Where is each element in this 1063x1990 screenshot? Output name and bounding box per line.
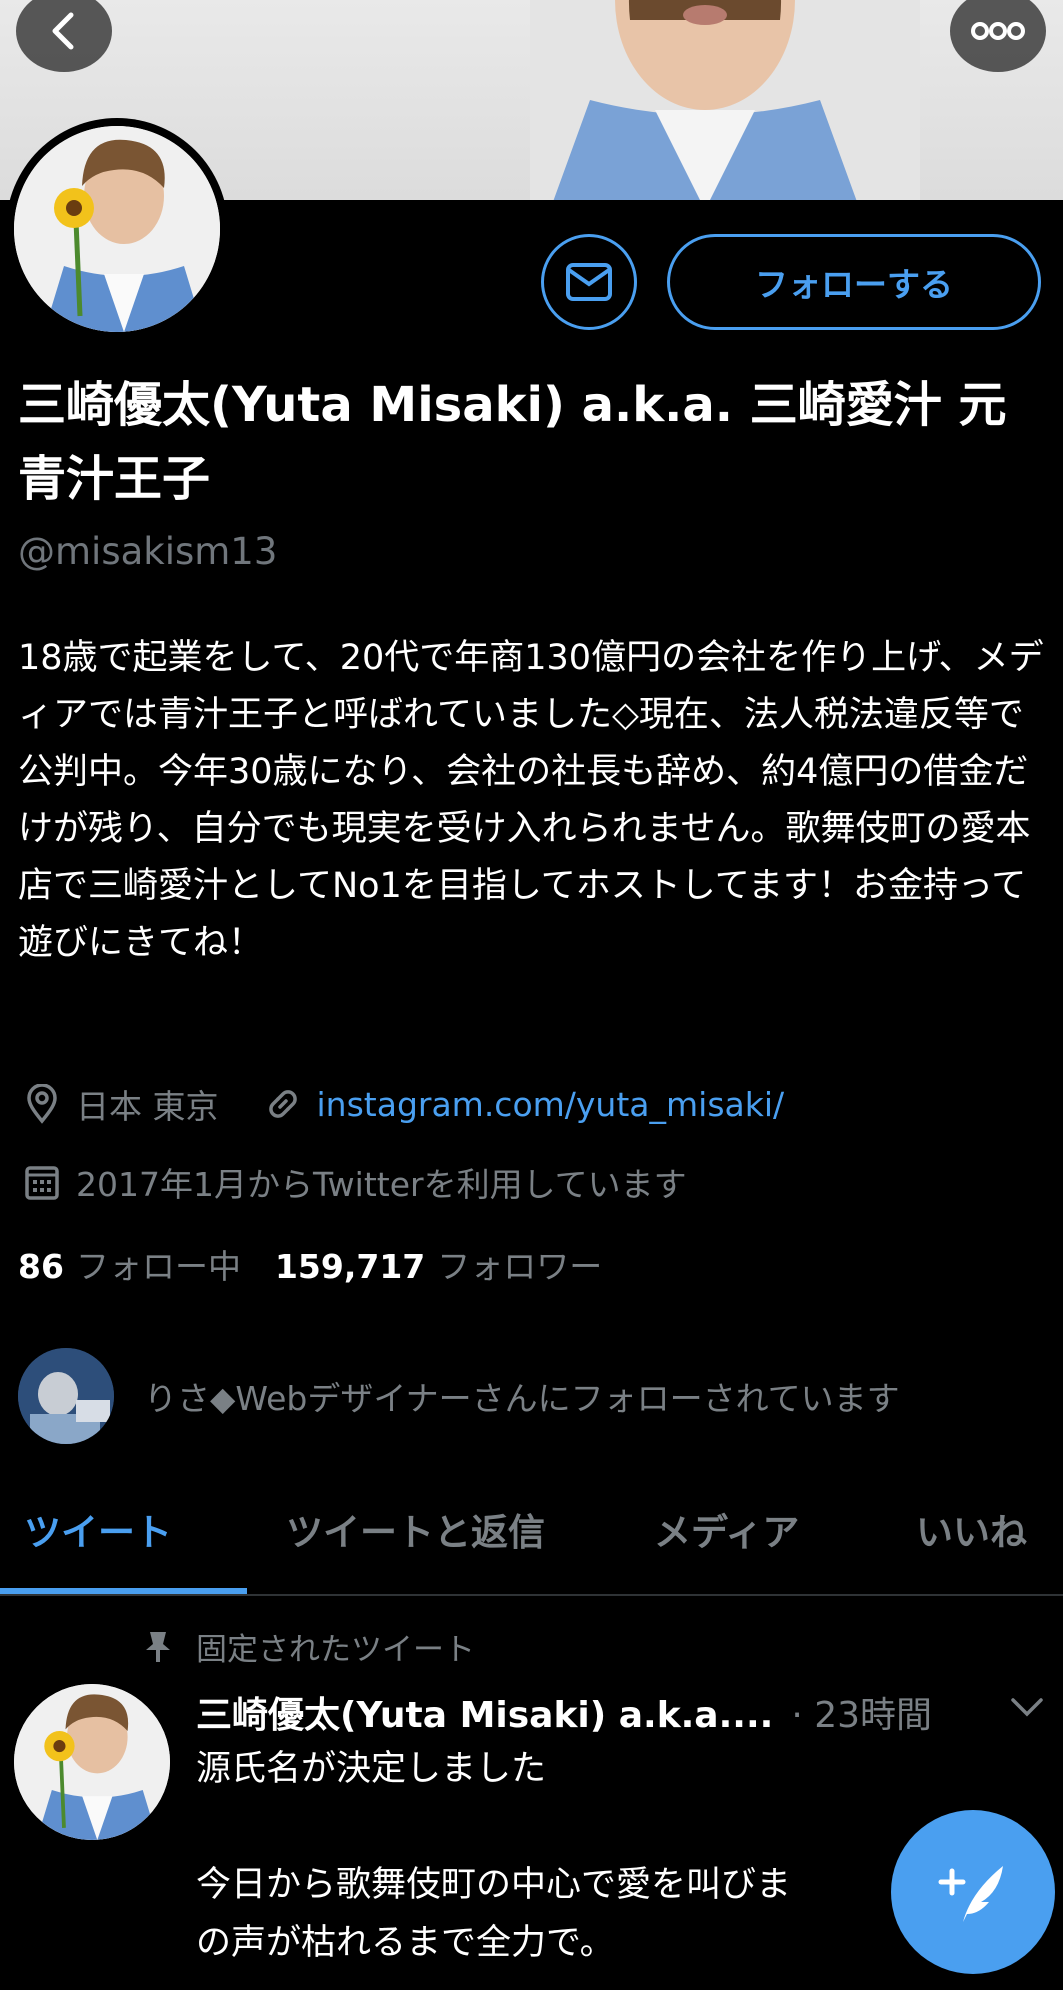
tweet-author-avatar[interactable] <box>14 1684 170 1840</box>
tab-tweets-and-replies[interactable]: ツイートと返信 <box>286 1502 545 1556</box>
calendar-icon <box>18 1158 66 1206</box>
follow-counts: 86 フォロー中 159,717 フォロワー <box>18 1240 602 1288</box>
profile-avatar[interactable] <box>6 118 228 340</box>
profile-location: 日本 東京 <box>76 1087 219 1126</box>
tweet-options-button[interactable] <box>1010 1696 1044 1722</box>
envelope-icon <box>566 263 612 301</box>
more-button[interactable] <box>950 0 1046 72</box>
avatar-photo <box>14 126 220 332</box>
pinned-indicator: 固定されたツイート <box>134 1624 475 1669</box>
profile-meta-joined-row: 2017年1月からTwitterを利用しています <box>18 1158 687 1206</box>
location-pin-icon <box>18 1080 66 1128</box>
banner-photo <box>530 0 920 200</box>
message-button[interactable] <box>541 234 637 330</box>
pinned-label: 固定されたツイート <box>196 1632 475 1668</box>
link-icon <box>259 1080 307 1128</box>
compose-feather-icon <box>938 1866 1003 1922</box>
profile-handle: @misakism13 <box>18 530 278 573</box>
avatar <box>14 126 220 332</box>
followers-count-link[interactable]: 159,717 フォロワー <box>275 1240 602 1288</box>
chevron-left-icon <box>52 12 74 50</box>
more-dots-icon <box>971 22 1025 40</box>
following-count-link[interactable]: 86 フォロー中 <box>18 1240 241 1288</box>
profile-meta-location-row: 日本 東京 instagram.com/yuta_misaki/ <box>18 1080 784 1128</box>
follower-avatar <box>18 1348 114 1444</box>
tweet-header: 三崎優太(Yuta Misaki) a.k.a.... · 23時間 <box>196 1686 932 1738</box>
tab-likes[interactable]: いいね <box>916 1502 1027 1556</box>
following-label: フォロー中 <box>75 1247 241 1286</box>
profile-bio: 18歳で起業をして、20代で年商130億円の会社を作り上げ、メディアでは青汁王子… <box>18 638 1044 963</box>
tab-media[interactable]: メディア <box>654 1502 799 1556</box>
tweet-avatar-photo <box>14 1684 170 1840</box>
back-button[interactable] <box>16 0 112 72</box>
followers-count: 159,717 <box>274 1247 426 1286</box>
compose-tweet-button[interactable] <box>891 1810 1055 1974</box>
follow-button[interactable]: フォローする <box>667 234 1041 330</box>
tweet-text: 源氏名が決定しました 今日から歌舞伎町の中心で愛を叫びま の声が枯れるまで全力で… <box>196 1749 792 1963</box>
tweet-timestamp[interactable]: · 23時間 <box>791 1686 932 1738</box>
active-tab-indicator <box>0 1588 247 1594</box>
chevron-down-icon <box>1011 1698 1043 1717</box>
followed-by-row[interactable]: りさ◆Webデザイナーさんにフォローされています <box>18 1348 900 1444</box>
profile-website-link[interactable]: instagram.com/yuta_misaki/ <box>317 1085 785 1124</box>
tab-tweets[interactable]: ツイート <box>24 1502 172 1556</box>
tweet-author-name[interactable]: 三崎優太(Yuta Misaki) a.k.a.... <box>196 1686 773 1738</box>
pin-icon <box>134 1630 182 1664</box>
following-count: 86 <box>18 1247 64 1286</box>
profile-name: 三崎優太(Yuta Misaki) a.k.a. 三崎愛汁 元青汁王子 <box>18 377 1007 507</box>
profile-tabs: ツイート ツイートと返信 メディア いいね <box>0 1478 1063 1596</box>
profile-joined-date: 2017年1月からTwitterを利用しています <box>76 1165 687 1204</box>
followed-by-text: りさ◆Webデザイナーさんにフォローされています <box>144 1379 900 1418</box>
followers-label: フォロワー <box>437 1247 603 1286</box>
